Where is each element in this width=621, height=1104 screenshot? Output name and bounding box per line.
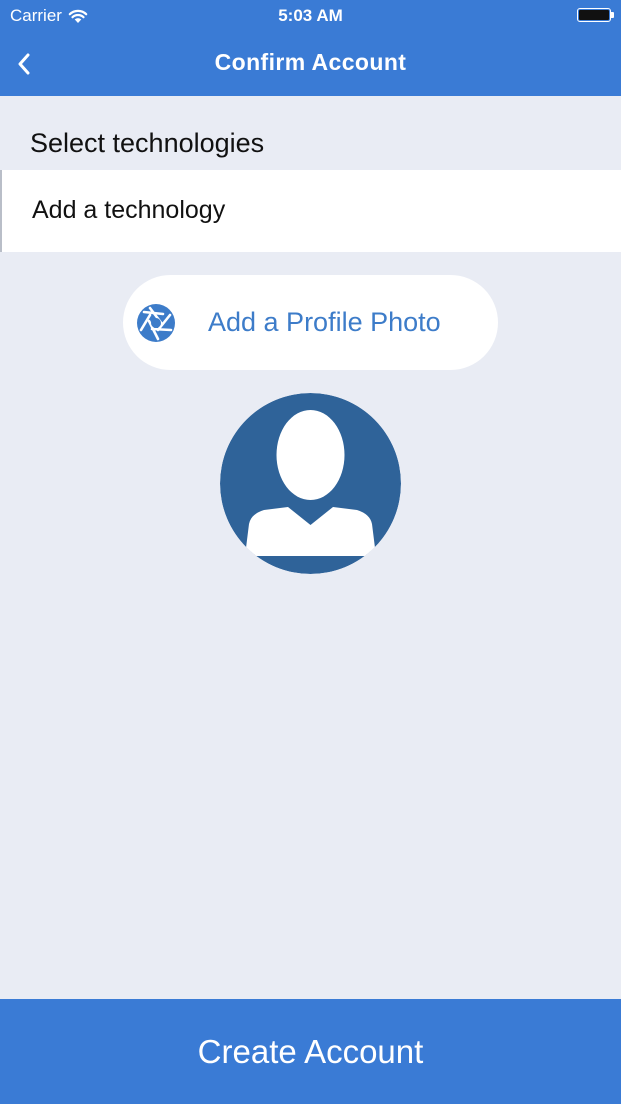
navigation-bar: Confirm Account <box>0 32 621 96</box>
camera-aperture-icon <box>137 304 175 342</box>
page-title: Confirm Account <box>214 49 407 75</box>
add-profile-photo-button[interactable]: Add a Profile Photo <box>123 275 498 370</box>
add-profile-photo-label: Add a Profile Photo <box>208 307 441 337</box>
technologies-section-label: Select technologies <box>30 128 265 158</box>
status-time: 5:03 AM <box>278 6 343 25</box>
battery-cap <box>611 12 614 18</box>
technology-field-placeholder: Add a technology <box>32 196 226 224</box>
battery-level <box>579 10 609 20</box>
technology-field[interactable]: Add a technology <box>0 170 621 252</box>
status-bar: Carrier 5:03 AM <box>0 0 621 32</box>
user-silhouette-icon <box>220 393 401 574</box>
battery-icon <box>577 8 614 22</box>
create-account-label: Create Account <box>197 1032 424 1070</box>
create-account-button[interactable]: Create Account <box>0 999 621 1104</box>
user-placeholder-avatar <box>220 393 401 574</box>
